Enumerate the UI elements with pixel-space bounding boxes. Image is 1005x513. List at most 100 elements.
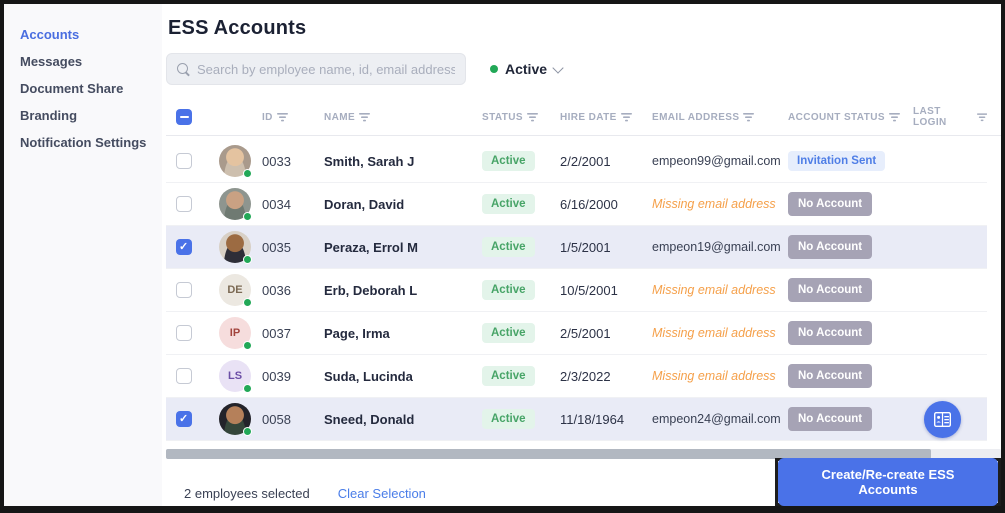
hire-date: 10/5/2001 xyxy=(560,283,652,298)
filter-icon[interactable] xyxy=(621,113,632,122)
employee-name: Smith, Sarah J xyxy=(324,154,482,169)
account-status-badge: Invitation Sent xyxy=(788,151,885,171)
employee-id: 0033 xyxy=(262,154,324,169)
hire-date: 2/2/2001 xyxy=(560,154,652,169)
filter-icon[interactable] xyxy=(359,113,370,122)
column-header-name: NAME xyxy=(324,112,482,123)
row-checkbox[interactable] xyxy=(176,196,192,212)
select-all-checkbox[interactable] xyxy=(176,109,192,125)
view-account-button[interactable] xyxy=(924,401,961,438)
table-row[interactable]: 0034 Doran, David Active 6/16/2000 Missi… xyxy=(166,183,987,226)
status-badge: Active xyxy=(482,151,535,171)
employee-id: 0036 xyxy=(262,283,324,298)
sidebar-item-notification-settings[interactable]: Notification Settings xyxy=(16,129,162,156)
employee-name: Sneed, Donald xyxy=(324,412,482,427)
status-badge: Active xyxy=(482,323,535,343)
table-row[interactable]: DE 0036 Erb, Deborah L Active 10/5/2001 … xyxy=(166,269,987,312)
employee-id: 0058 xyxy=(262,412,324,427)
table-header: IDNAMESTATUSHIRE DATEEMAIL ADDRESSACCOUN… xyxy=(166,99,1001,136)
email-address: Missing email address xyxy=(652,326,788,340)
employee-name: Page, Irma xyxy=(324,326,482,341)
vertical-scrollbar-track xyxy=(1001,136,1005,441)
annotation-highlight-box: Create/Re-create ESS Accounts xyxy=(775,458,1001,506)
search-input[interactable] xyxy=(197,62,455,77)
hire-date: 2/5/2001 xyxy=(560,326,652,341)
hire-date: 6/16/2000 xyxy=(560,197,652,212)
email-address: Missing email address xyxy=(652,283,788,297)
presence-dot-icon xyxy=(243,427,252,436)
status-badge: Active xyxy=(482,409,535,429)
email-address: Missing email address xyxy=(652,197,788,211)
column-header-account-status: ACCOUNT STATUS xyxy=(788,112,913,123)
email-address: Missing email address xyxy=(652,369,788,383)
employee-id: 0035 xyxy=(262,240,324,255)
active-status-dot xyxy=(490,65,498,73)
presence-dot-icon xyxy=(243,255,252,264)
search-row: Active xyxy=(166,53,1001,85)
column-header-status: STATUS xyxy=(482,112,560,123)
table-row[interactable]: 0058 Sneed, Donald Active 11/18/1964 emp… xyxy=(166,398,987,441)
employee-name: Suda, Lucinda xyxy=(324,369,482,384)
filter-icon[interactable] xyxy=(889,113,900,122)
presence-dot-icon xyxy=(243,212,252,221)
email-address: empeon19@gmail.com xyxy=(652,240,788,254)
page-title: ESS Accounts xyxy=(168,17,1001,40)
chevron-down-icon xyxy=(552,62,563,73)
status-filter-label: Active xyxy=(505,61,547,77)
employee-id: 0039 xyxy=(262,369,324,384)
employee-name: Erb, Deborah L xyxy=(324,283,482,298)
column-header-last-login: LAST LOGIN xyxy=(913,106,987,128)
column-header-id: ID xyxy=(262,112,324,123)
hire-date: 2/3/2022 xyxy=(560,369,652,384)
sidebar: AccountsMessagesDocument ShareBrandingNo… xyxy=(4,4,162,506)
create-ess-accounts-button[interactable]: Create/Re-create ESS Accounts xyxy=(778,458,998,506)
main-content: ESS Accounts Active IDNAMESTATUSHIRE DAT… xyxy=(162,4,1001,506)
account-status-badge: No Account xyxy=(788,192,872,216)
row-checkbox[interactable] xyxy=(176,411,192,427)
account-status-badge: No Account xyxy=(788,278,872,302)
sidebar-item-document-share[interactable]: Document Share xyxy=(16,75,162,102)
filter-icon[interactable] xyxy=(743,113,754,122)
table-body: 0033 Smith, Sarah J Active 2/2/2001 empe… xyxy=(166,136,1001,441)
hire-date: 1/5/2001 xyxy=(560,240,652,255)
column-header-hire-date: HIRE DATE xyxy=(560,112,652,123)
status-badge: Active xyxy=(482,280,535,300)
employee-id: 0034 xyxy=(262,197,324,212)
presence-dot-icon xyxy=(243,169,252,178)
sidebar-item-messages[interactable]: Messages xyxy=(16,48,162,75)
employees-table: IDNAMESTATUSHIRE DATEEMAIL ADDRESSACCOUN… xyxy=(166,99,1001,441)
presence-dot-icon xyxy=(243,341,252,350)
account-status-badge: No Account xyxy=(788,407,872,431)
app-window: AccountsMessagesDocument ShareBrandingNo… xyxy=(0,0,1005,513)
presence-dot-icon xyxy=(243,298,252,307)
status-badge: Active xyxy=(482,194,535,214)
table-row[interactable]: 0035 Peraza, Errol M Active 1/5/2001 emp… xyxy=(166,226,987,269)
selected-count-label: 2 employees selected xyxy=(184,486,310,501)
account-status-badge: No Account xyxy=(788,364,872,388)
hire-date: 11/18/1964 xyxy=(560,412,652,427)
row-checkbox[interactable] xyxy=(176,239,192,255)
email-address: empeon24@gmail.com xyxy=(652,412,788,426)
status-filter-dropdown[interactable]: Active xyxy=(490,61,562,77)
last-login xyxy=(913,401,987,438)
column-header-email-address: EMAIL ADDRESS xyxy=(652,112,788,123)
row-checkbox[interactable] xyxy=(176,282,192,298)
employee-name: Peraza, Errol M xyxy=(324,240,482,255)
status-badge: Active xyxy=(482,366,535,386)
row-checkbox[interactable] xyxy=(176,368,192,384)
table-row[interactable]: IP 0037 Page, Irma Active 2/5/2001 Missi… xyxy=(166,312,987,355)
table-row[interactable]: 0033 Smith, Sarah J Active 2/2/2001 empe… xyxy=(166,140,987,183)
sidebar-item-accounts[interactable]: Accounts xyxy=(16,21,162,48)
presence-dot-icon xyxy=(243,384,252,393)
filter-icon[interactable] xyxy=(977,113,987,122)
row-checkbox[interactable] xyxy=(176,153,192,169)
filter-icon[interactable] xyxy=(527,113,538,122)
sidebar-item-branding[interactable]: Branding xyxy=(16,102,162,129)
row-checkbox[interactable] xyxy=(176,325,192,341)
table-row[interactable]: LS 0039 Suda, Lucinda Active 2/3/2022 Mi… xyxy=(166,355,987,398)
filter-icon[interactable] xyxy=(277,113,288,122)
search-icon xyxy=(177,63,190,76)
contact-card-icon xyxy=(934,412,951,427)
clear-selection-link[interactable]: Clear Selection xyxy=(338,486,426,501)
account-status-badge: No Account xyxy=(788,321,872,345)
